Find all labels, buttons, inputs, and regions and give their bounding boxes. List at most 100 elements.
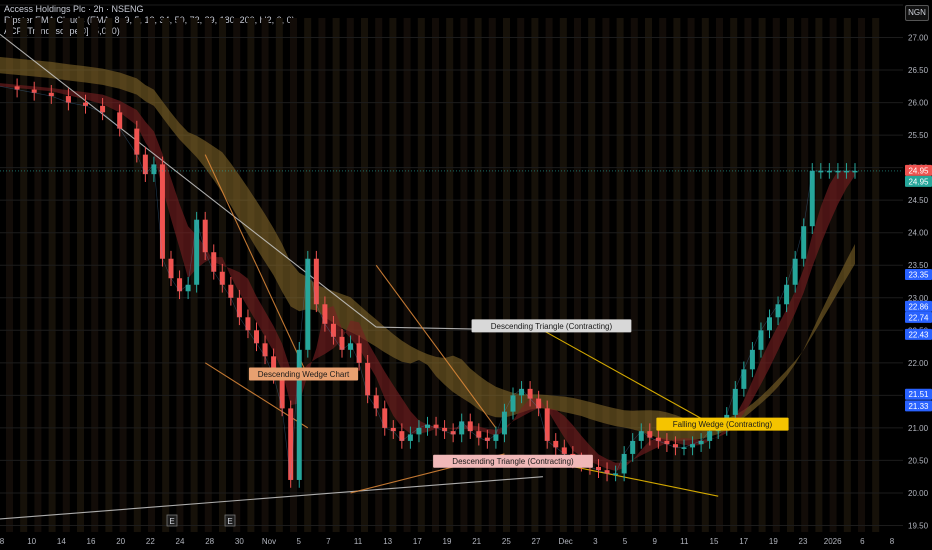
x-tick-label: 7 [326,537,331,546]
y-tick-label: 24.00 [908,229,929,238]
candle [707,431,713,441]
candle [159,164,165,259]
session-stripe [417,18,425,532]
candle [749,349,755,370]
session-stripe [673,18,681,532]
candle [228,284,234,298]
candle [544,408,550,441]
candle [288,408,294,480]
session-stripe [162,18,170,532]
x-tick-label: 23 [799,537,808,546]
x-tick-label: 16 [87,537,96,546]
x-tick-label: 19 [769,537,778,546]
x-tick-label: 6 [860,537,865,546]
session-stripe [701,18,709,532]
x-tick-label: 9 [652,537,657,546]
x-tick-label: 17 [413,537,422,546]
price-label: 24.95 [908,177,929,186]
x-tick-label: 25 [502,537,511,546]
x-tick-label: 2026 [824,537,842,546]
candle [373,395,379,409]
candle [177,278,183,292]
candle [467,421,473,432]
session-stripe [602,18,610,532]
session-stripe [744,18,752,532]
candle [194,219,200,285]
session-stripe [375,18,383,532]
candle [262,343,268,357]
session-stripe [403,18,411,532]
x-tick-label: 8 [0,537,5,546]
session-stripe [659,18,667,532]
chart[interactable]: Access Holdings Plc · 2h · NSENG Ripster… [0,0,932,550]
session-stripe [20,18,28,532]
candle [741,369,747,389]
x-tick-label: 30 [235,537,244,546]
x-tick-label: 11 [680,537,689,546]
y-tick-label: 25.50 [908,131,929,140]
price-plot[interactable]: 19.5020.0020.5021.0021.5022.0022.5023.00… [0,0,932,550]
earnings-label: E [169,517,174,526]
x-tick-label: 5 [623,537,628,546]
session-stripe [105,18,113,532]
candle [784,284,790,305]
x-tick-label: 19 [443,537,452,546]
candle [305,258,311,350]
y-tick-label: 26.50 [908,66,929,75]
x-tick-label: 20 [116,537,125,546]
pattern-label: Descending Triangle (Contracting) [452,457,574,466]
session-stripe [772,18,780,532]
candle [313,258,319,305]
candle [142,154,148,175]
y-tick-label: 21.00 [908,424,929,433]
candle [382,408,388,428]
pattern-label: Descending Wedge Chart [258,370,350,379]
session-stripe [119,18,127,532]
pattern-label: Falling Wedge (Contracting) [673,420,773,429]
session-stripe [332,18,340,532]
candle [758,330,764,350]
x-tick-label: 14 [57,537,66,546]
earnings-label: E [227,517,232,526]
session-stripe [361,18,368,532]
candle [510,395,516,412]
y-tick-label: 26.00 [908,99,929,108]
x-tick-label: 22 [146,537,155,546]
session-stripe [758,18,766,532]
x-tick-label: Dec [559,537,573,546]
x-tick-label: 15 [710,537,719,546]
candle [219,271,225,285]
session-stripe [872,18,880,532]
candle [621,453,627,474]
x-tick-label: 5 [296,537,301,546]
candle [792,258,798,285]
session-stripe [261,18,269,532]
x-tick-label: 10 [27,537,36,546]
price-label: 22.43 [908,330,929,339]
y-tick-label: 23.50 [908,261,929,270]
x-tick-label: 21 [472,537,481,546]
price-label: 23.35 [908,271,929,280]
candle [767,317,772,331]
candle [630,440,636,454]
x-tick-label: 17 [739,537,748,546]
x-tick-label: 3 [593,537,598,546]
pattern-label: Descending Triangle (Contracting) [491,322,613,331]
session-stripe [687,18,695,532]
candle [254,330,259,344]
candle [211,252,217,272]
session-stripe [6,18,13,532]
x-tick-label: Nov [262,537,276,546]
candle [279,375,285,409]
x-tick-label: 24 [176,537,185,546]
y-tick-label: 20.00 [908,489,929,498]
y-axis: 19.5020.0020.5021.0021.5022.0022.5023.00… [908,34,929,531]
x-tick-label: 28 [205,537,214,546]
x-tick-label: 11 [354,537,363,546]
session-stripe [716,18,723,532]
candle [134,128,140,155]
price-label: 22.74 [908,313,929,322]
session-stripe [815,18,823,532]
price-label: 24.95 [908,166,929,175]
session-stripe [645,18,652,532]
